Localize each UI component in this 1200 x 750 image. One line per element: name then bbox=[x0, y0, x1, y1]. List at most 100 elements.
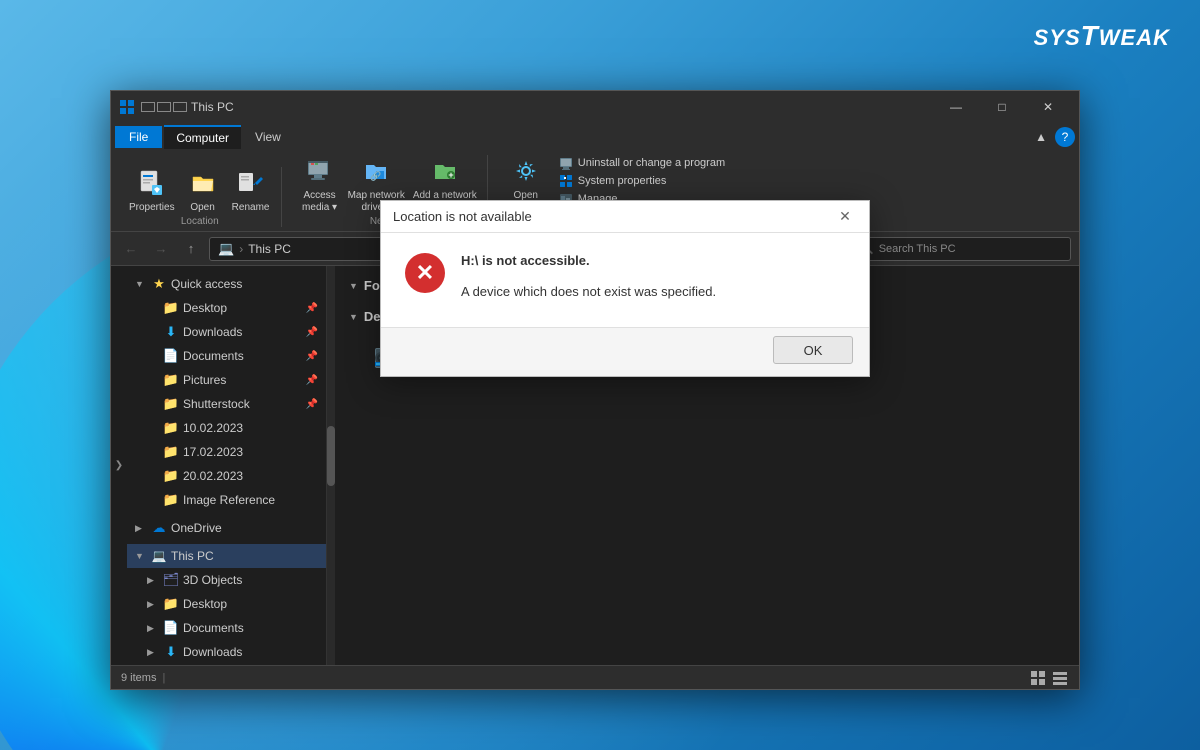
3d-objects-icon: 🗂 bbox=[163, 572, 179, 588]
desktop-qa-icon: 📁 bbox=[163, 300, 179, 316]
sidebar-item-shutterstock[interactable]: 📁 Shutterstock 📌 bbox=[127, 392, 326, 416]
svg-text:🔗: 🔗 bbox=[371, 170, 382, 182]
brand-logo: SYSTWEAK bbox=[1034, 20, 1170, 52]
20022023-icon: 📁 bbox=[163, 468, 179, 484]
3d-objects-label: 3D Objects bbox=[183, 573, 318, 587]
up-button[interactable]: ↑ bbox=[179, 237, 203, 261]
sidebar-item-desktop-pc[interactable]: ▶ 📁 Desktop bbox=[127, 592, 326, 616]
shutterstock-label: Shutterstock bbox=[183, 397, 302, 411]
window-title: This PC bbox=[191, 100, 234, 114]
this-pc-header[interactable]: ▼ 💻 This PC bbox=[127, 544, 326, 568]
dialog-ok-button[interactable]: OK bbox=[773, 336, 853, 364]
sidebar-item-17022023[interactable]: 📁 17.02.2023 bbox=[127, 440, 326, 464]
system-props-icon bbox=[559, 174, 573, 188]
back-button[interactable]: ← bbox=[119, 237, 143, 261]
explorer-window: This PC — □ ✕ File Computer View ▲ ? bbox=[110, 90, 1080, 690]
tab-computer[interactable]: Computer bbox=[164, 125, 241, 149]
sidebar-item-documents-pc[interactable]: ▶ 📄 Documents bbox=[127, 616, 326, 640]
item-count: 9 items bbox=[121, 672, 156, 684]
sidebar-scrollbar[interactable] bbox=[327, 266, 335, 665]
open-label: Open bbox=[190, 202, 214, 214]
minimize-button[interactable]: — bbox=[933, 91, 979, 123]
dialog-titlebar: Location is not available ✕ bbox=[381, 201, 869, 233]
sidebar-item-documents-qa[interactable]: 📄 Documents 📌 bbox=[127, 344, 326, 368]
access-media-icon bbox=[304, 155, 336, 187]
open-icon bbox=[187, 167, 219, 199]
sidebar-item-downloads-qa[interactable]: ⬇ Downloads 📌 bbox=[127, 320, 326, 344]
access-media-label: Accessmedia ▾ bbox=[302, 190, 337, 214]
documents-qa-pin: 📌 bbox=[306, 351, 318, 362]
20022023-label: 20.02.2023 bbox=[183, 469, 318, 483]
dialog-message1: H:\ is not accessible. bbox=[461, 253, 845, 268]
sidebar-toggle[interactable]: ❯ bbox=[111, 266, 127, 665]
onedrive-chevron: ▶ bbox=[135, 523, 147, 534]
image-ref-label: Image Reference bbox=[183, 493, 318, 507]
10022023-label: 10.02.2023 bbox=[183, 421, 318, 435]
ribbon-help-button[interactable]: ? bbox=[1055, 127, 1075, 147]
close-button[interactable]: ✕ bbox=[1025, 91, 1071, 123]
dialog-close-button[interactable]: ✕ bbox=[833, 205, 857, 229]
ribbon-tab-row: File Computer View ▲ ? bbox=[111, 123, 1079, 151]
path-label: This PC bbox=[248, 242, 291, 256]
search-bar[interactable]: 🔍 Search This PC bbox=[851, 237, 1071, 261]
ribbon-open-button[interactable]: Open bbox=[183, 167, 223, 214]
rename-label: Rename bbox=[232, 202, 270, 214]
window-icon bbox=[119, 99, 135, 115]
sidebar-item-downloads-pc[interactable]: ▶ ⬇ Downloads bbox=[127, 640, 326, 664]
this-pc-label: This PC bbox=[171, 549, 318, 563]
ribbon-collapse-arrow[interactable]: ▲ bbox=[1031, 128, 1051, 146]
quick-access-header[interactable]: ▼ ★ Quick access bbox=[127, 272, 326, 296]
dialog-title: Location is not available bbox=[393, 209, 833, 224]
sidebar-item-20022023[interactable]: 📁 20.02.2023 bbox=[127, 464, 326, 488]
view-tiles-button[interactable] bbox=[1029, 669, 1047, 687]
sidebar-item-3d-objects[interactable]: ▶ 🗂 3D Objects bbox=[127, 568, 326, 592]
location-group-label: Location bbox=[181, 216, 219, 227]
ribbon-rename-button[interactable]: Rename bbox=[231, 167, 271, 214]
tab-view[interactable]: View bbox=[243, 126, 293, 148]
error-dialog[interactable]: Location is not available ✕ ✕ H:\ is not… bbox=[380, 200, 870, 377]
title-tab-3[interactable] bbox=[173, 102, 187, 112]
dialog-body: ✕ H:\ is not accessible. A device which … bbox=[381, 233, 869, 323]
system-properties-label: System properties bbox=[578, 175, 667, 187]
17022023-icon: 📁 bbox=[163, 444, 179, 460]
title-tab-1[interactable] bbox=[141, 102, 155, 112]
view-list-button[interactable] bbox=[1051, 669, 1069, 687]
desktop-pc-label: Desktop bbox=[183, 597, 318, 611]
downloads-qa-label: Downloads bbox=[183, 325, 302, 339]
ribbon-access-media-button[interactable]: Accessmedia ▾ bbox=[300, 155, 340, 214]
search-placeholder: Search This PC bbox=[879, 243, 956, 255]
desktop-qa-pin: 📌 bbox=[306, 303, 318, 314]
onedrive-header[interactable]: ▶ ☁ OneDrive bbox=[127, 516, 326, 540]
error-icon-symbol: ✕ bbox=[416, 260, 434, 286]
sidebar-item-10022023[interactable]: 📁 10.02.2023 bbox=[127, 416, 326, 440]
sidebar-item-pictures-qa[interactable]: 📁 Pictures 📌 bbox=[127, 368, 326, 392]
dialog-messages: H:\ is not accessible. A device which do… bbox=[461, 253, 845, 299]
forward-button[interactable]: → bbox=[149, 237, 173, 261]
3d-objects-chevron: ▶ bbox=[147, 575, 159, 586]
title-tab-2[interactable] bbox=[157, 102, 171, 112]
sidebar-scrollbar-thumb bbox=[327, 426, 335, 486]
sidebar-item-desktop-qa[interactable]: 📁 Desktop 📌 bbox=[127, 296, 326, 320]
sidebar-item-image-reference[interactable]: 📁 Image Reference bbox=[127, 488, 326, 512]
17022023-label: 17.02.2023 bbox=[183, 445, 318, 459]
pictures-qa-pin: 📌 bbox=[306, 375, 318, 386]
ribbon-right-controls: ▲ ? bbox=[1031, 127, 1075, 147]
onedrive-icon: ☁ bbox=[151, 520, 167, 536]
devices-chevron: ▼ bbox=[349, 312, 358, 322]
shutterstock-pin: 📌 bbox=[306, 399, 318, 410]
desktop-pc-chevron: ▶ bbox=[147, 599, 159, 610]
tab-file[interactable]: File bbox=[115, 126, 162, 148]
ribbon-uninstall-button[interactable]: Uninstall or change a program bbox=[556, 155, 728, 171]
this-pc-icon: 💻 bbox=[151, 548, 167, 564]
uninstall-icon bbox=[559, 156, 573, 170]
10022023-icon: 📁 bbox=[163, 420, 179, 436]
title-bar-controls: — □ ✕ bbox=[933, 91, 1071, 123]
settings-icon bbox=[510, 155, 542, 187]
downloads-qa-pin: 📌 bbox=[306, 327, 318, 338]
maximize-button[interactable]: □ bbox=[979, 91, 1025, 123]
ribbon-properties-button[interactable]: Properties bbox=[129, 167, 175, 214]
this-pc-section: ▼ 💻 This PC ▶ 🗂 3D Objects ▶ 📁 Desktop ▶… bbox=[127, 542, 326, 665]
properties-icon bbox=[136, 167, 168, 199]
documents-qa-icon: 📄 bbox=[163, 348, 179, 364]
ribbon-system-properties-button[interactable]: System properties bbox=[556, 173, 728, 189]
